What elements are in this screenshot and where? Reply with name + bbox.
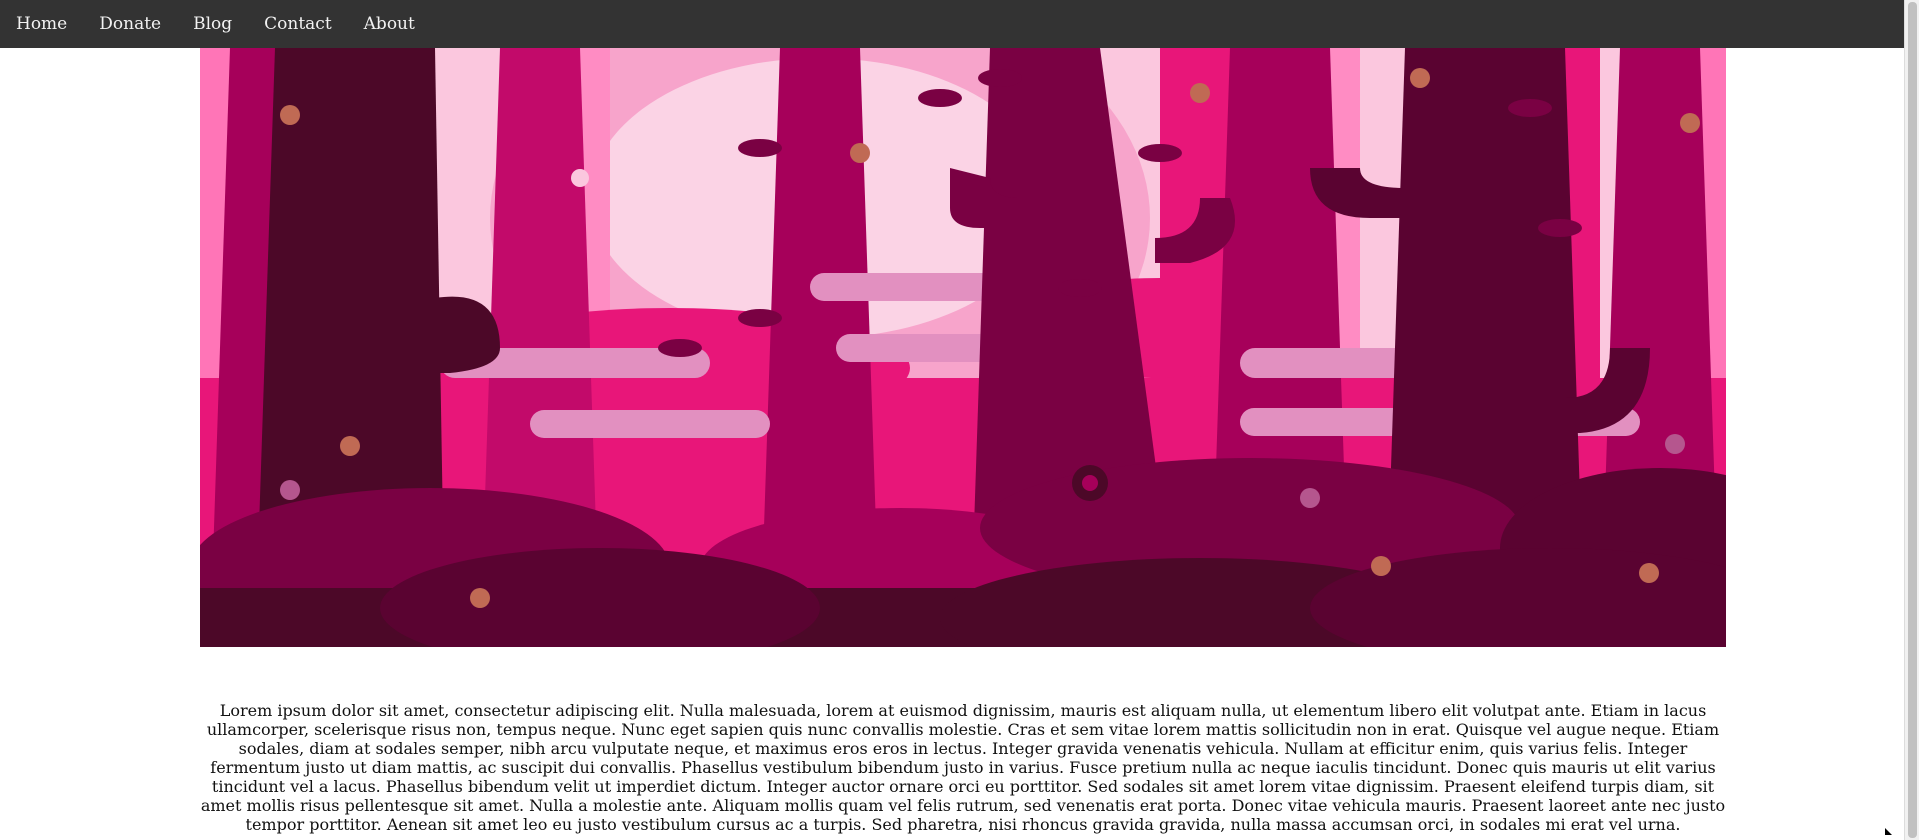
mouse-cursor-icon bbox=[1885, 828, 1892, 835]
lorem-paragraph: Lorem ipsum dolor sit amet, consectetur … bbox=[200, 701, 1726, 834]
vertical-scrollbar[interactable] bbox=[1904, 0, 1919, 840]
hero-forest-image bbox=[200, 48, 1726, 647]
scrollbar-thumb[interactable] bbox=[1908, 2, 1917, 838]
nav-blog-link[interactable]: Blog bbox=[177, 0, 248, 48]
nav-contact-link[interactable]: Contact bbox=[248, 0, 348, 48]
nav-home-link[interactable]: Home bbox=[0, 0, 83, 48]
nav-about-link[interactable]: About bbox=[348, 0, 431, 48]
top-navbar: Home Donate Blog Contact About bbox=[0, 0, 1905, 48]
forest-illustration bbox=[200, 48, 1726, 647]
nav-donate-link[interactable]: Donate bbox=[83, 0, 177, 48]
